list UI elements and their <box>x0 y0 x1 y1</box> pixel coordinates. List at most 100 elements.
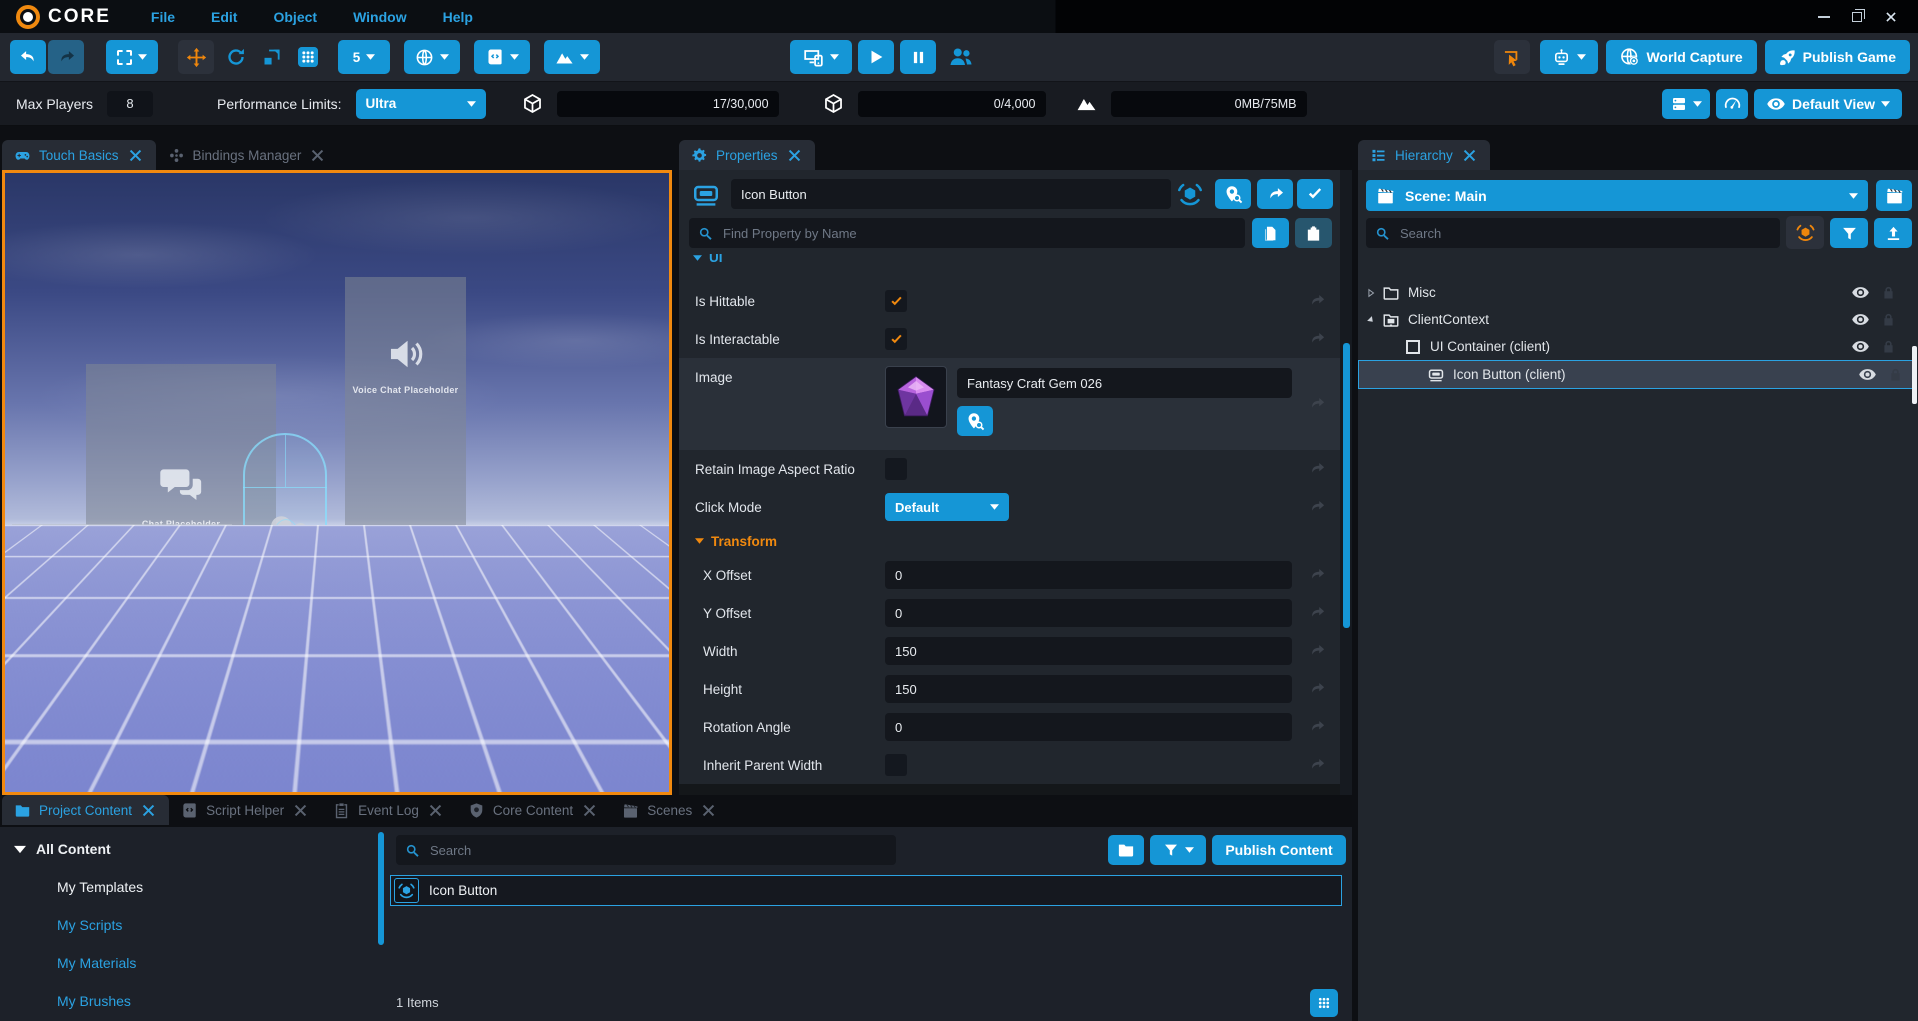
visibility-icon[interactable] <box>1858 365 1877 384</box>
reset-icon[interactable] <box>1308 718 1326 736</box>
visibility-icon[interactable] <box>1851 310 1870 329</box>
assistant-dropdown[interactable] <box>1540 40 1598 74</box>
find-in-scene-button[interactable] <box>1215 179 1251 209</box>
menu-window[interactable]: Window <box>353 9 407 25</box>
close-icon[interactable] <box>1461 147 1478 164</box>
pointer-mode-button[interactable] <box>1494 40 1530 74</box>
height-field[interactable] <box>885 675 1292 703</box>
viewport-3d[interactable]: + + + + + + + + + + Chat Placeholder <box>5 173 669 792</box>
click-mode-dropdown[interactable]: Default <box>885 493 1009 521</box>
hierarchy-export-button[interactable] <box>1874 218 1912 248</box>
is-interactable-checkbox[interactable] <box>885 328 907 350</box>
performance-gauge-button[interactable] <box>1716 89 1748 119</box>
tree-my-scripts[interactable]: My Scripts <box>57 917 122 933</box>
minimize-icon[interactable] <box>1818 16 1830 18</box>
image-thumbnail[interactable] <box>885 366 947 428</box>
close-icon[interactable] <box>292 802 309 819</box>
close-icon[interactable] <box>700 802 717 819</box>
reset-icon[interactable] <box>1308 642 1326 660</box>
select-tool-dropdown[interactable] <box>106 40 158 74</box>
hierarchy-scrollbar-thumb[interactable] <box>1912 346 1917 404</box>
object-name-field[interactable] <box>731 179 1171 209</box>
pause-button[interactable] <box>900 40 936 74</box>
undo-button[interactable] <box>10 40 46 74</box>
tab-scenes[interactable]: Scenes <box>610 795 729 825</box>
close-icon[interactable] <box>309 147 326 164</box>
terrain-dropdown[interactable] <box>544 40 600 74</box>
apply-button[interactable] <box>1297 179 1333 209</box>
reset-icon[interactable] <box>1308 680 1326 698</box>
expand-expanded-icon[interactable] <box>1364 312 1378 326</box>
grid-view-button[interactable] <box>1310 989 1338 1017</box>
lock-icon[interactable] <box>1888 367 1903 382</box>
section-transform[interactable]: Transform <box>679 526 1352 556</box>
lock-icon[interactable] <box>1881 312 1896 327</box>
max-players-value[interactable]: 8 <box>107 91 153 117</box>
content-searchbox[interactable] <box>396 835 896 865</box>
tab-project-content[interactable]: Project Content <box>2 795 169 825</box>
tab-core-content[interactable]: Core Content <box>456 795 610 825</box>
menu-edit[interactable]: Edit <box>211 9 237 25</box>
expand-collapsed-icon[interactable] <box>1366 288 1376 298</box>
tree-my-templates[interactable]: My Templates <box>57 879 143 895</box>
grid-size-dropdown[interactable]: 5 <box>338 40 390 74</box>
tree-all-content[interactable]: All Content <box>14 841 111 857</box>
publish-content-button[interactable]: Publish Content <box>1212 835 1346 865</box>
save-dropdown[interactable] <box>1662 89 1710 119</box>
reset-icon[interactable] <box>1308 330 1326 348</box>
hierarchy-search-input[interactable] <box>1398 225 1771 242</box>
image-find-button[interactable] <box>957 406 993 436</box>
width-field[interactable] <box>885 637 1292 665</box>
default-view-dropdown[interactable]: Default View <box>1754 89 1902 119</box>
close-icon[interactable] <box>140 802 157 819</box>
y-offset-field[interactable] <box>885 599 1292 627</box>
paste-properties-button[interactable] <box>1295 218 1332 248</box>
close-icon[interactable] <box>581 802 598 819</box>
hierarchy-row-icon-button-selected[interactable]: Icon Button (client) <box>1358 360 1914 389</box>
hierarchy-filter-button[interactable] <box>1830 218 1868 248</box>
content-item-icon-button[interactable]: Icon Button <box>390 875 1342 906</box>
reset-icon[interactable] <box>1308 566 1326 584</box>
tab-properties[interactable]: Properties <box>679 140 815 170</box>
menu-help[interactable]: Help <box>443 9 473 25</box>
lock-icon[interactable] <box>1881 339 1896 354</box>
hierarchy-row-misc[interactable]: Misc <box>1358 279 1906 306</box>
close-icon[interactable] <box>786 147 803 164</box>
move-tool-button[interactable] <box>178 40 214 74</box>
publish-game-button[interactable]: Publish Game <box>1765 40 1910 74</box>
menu-object[interactable]: Object <box>273 9 317 25</box>
new-folder-button[interactable] <box>1108 835 1144 865</box>
menu-file[interactable]: File <box>151 9 175 25</box>
retain-aspect-checkbox[interactable] <box>885 458 907 480</box>
is-hittable-checkbox[interactable] <box>885 290 907 312</box>
property-search-input[interactable] <box>721 225 1236 242</box>
reset-icon[interactable] <box>1308 395 1326 413</box>
networked-icon[interactable] <box>1176 180 1204 208</box>
reset-icon[interactable] <box>1308 292 1326 310</box>
content-search-input[interactable] <box>428 842 887 859</box>
tab-script-helper[interactable]: Script Helper <box>169 795 321 825</box>
content-tree-scrollbar[interactable] <box>378 832 384 945</box>
redo-button[interactable] <box>48 40 84 74</box>
performance-limits-dropdown[interactable]: Ultra <box>356 89 486 119</box>
rotation-angle-field[interactable] <box>885 713 1292 741</box>
scene-selector-dropdown[interactable]: Scene: Main <box>1366 180 1868 211</box>
play-button[interactable] <box>858 40 894 74</box>
scene-manager-button[interactable] <box>1876 180 1912 211</box>
image-name-field[interactable] <box>957 368 1292 398</box>
properties-scrollbar-thumb[interactable] <box>1343 343 1350 628</box>
rotate-tool-button[interactable] <box>218 40 254 74</box>
reset-icon[interactable] <box>1308 460 1326 478</box>
hierarchy-row-clientcontext[interactable]: ClientContext <box>1358 306 1906 333</box>
scale-tool-button[interactable] <box>254 40 290 74</box>
revert-button[interactable] <box>1257 179 1293 209</box>
property-searchbox[interactable] <box>689 218 1245 248</box>
horizontal-scroll-track[interactable] <box>679 784 1340 795</box>
tree-my-brushes[interactable]: My Brushes <box>57 993 131 1009</box>
snap-grid-button[interactable] <box>290 40 326 74</box>
world-capture-button[interactable]: World Capture <box>1606 40 1756 74</box>
lock-icon[interactable] <box>1881 285 1896 300</box>
script-dropdown[interactable] <box>474 40 530 74</box>
visibility-icon[interactable] <box>1851 337 1870 356</box>
tab-bindings-manager[interactable]: Bindings Manager <box>156 140 339 170</box>
